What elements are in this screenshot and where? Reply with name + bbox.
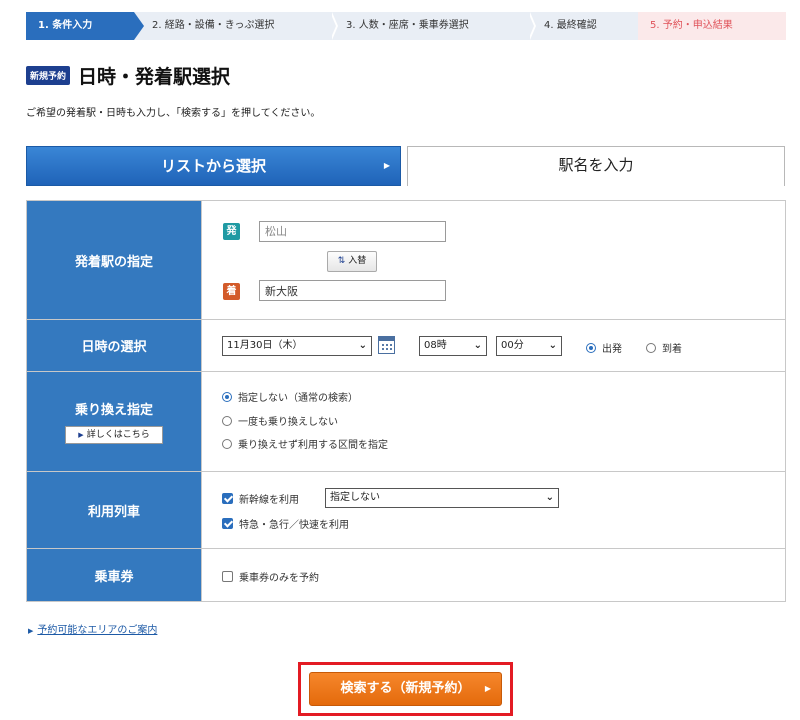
transfer-detail-button[interactable]: ▶ 詳しくはこちら — [65, 426, 163, 444]
radio-depart[interactable]: 出発 — [586, 340, 622, 355]
swap-button-label: 入替 — [348, 256, 367, 266]
checkbox-shinkansen-box — [222, 493, 233, 504]
step-final-confirm: 4. 最終確認 — [530, 12, 638, 40]
stations-row: 発着駅の指定 発 ⇅ 入替 着 — [27, 201, 785, 320]
radio-transfer-section[interactable]: 乗り換えせず利用する区間を指定 — [222, 436, 388, 451]
minute-select-value: 00分 — [501, 340, 524, 351]
new-reservation-badge: 新規予約 — [26, 66, 71, 85]
ticket-label-text: 乗車券 — [94, 569, 134, 585]
step-seat-selection: 3. 人数・座席・乗車券選択 — [332, 12, 536, 40]
checkbox-shinkansen[interactable]: 新幹線を利用 — [222, 491, 299, 506]
arrival-station-input[interactable] — [259, 280, 446, 301]
hour-select-value: 08時 — [424, 340, 447, 351]
datetime-value: 11月30日（木） ⌄ 08時 ⌄ 00分 ⌄ 出発 到着 — [202, 320, 785, 371]
datetime-row: 日時の選択 11月30日（木） ⌄ 08時 ⌄ 00分 ⌄ 出発 到着 — [27, 320, 785, 372]
calendar-icon[interactable] — [378, 336, 395, 354]
arrow-right-icon: ▶ — [383, 161, 390, 170]
instruction-text: ご希望の発着駅・日時も入力し、「検索する」を押してください。 — [26, 108, 321, 119]
transfer-value: 指定しない（通常の検索） 一度も乗り換えしない 乗り換えせず利用する区間を指定 — [202, 372, 785, 471]
radio-transfer-section-dot — [222, 438, 232, 449]
ticket-row: 乗車券 乗車券のみを予約 — [27, 549, 785, 601]
chevron-down-icon: ⌄ — [358, 340, 367, 351]
stations-label-text: 発着駅の指定 — [74, 254, 153, 270]
radio-transfer-none[interactable]: 一度も乗り換えしない — [222, 413, 338, 428]
date-select-value: 11月30日（木） — [227, 340, 303, 351]
shinkansen-select[interactable]: 指定しない ⌄ — [325, 488, 559, 508]
area-guide-link[interactable]: ▶ 予約可能なエリアのご案内 — [28, 621, 157, 636]
step-result: 5. 予約・申込結果 — [638, 12, 786, 40]
datetime-label: 日時の選択 — [27, 320, 202, 371]
stations-value: 発 ⇅ 入替 着 — [202, 201, 785, 319]
swap-arrows-icon: ⇅ — [337, 256, 346, 266]
radio-transfer-section-label: 乗り換えせず利用する区間を指定 — [238, 440, 388, 451]
page-title: 日時・発着駅選択 — [78, 66, 231, 88]
trains-value: 新幹線を利用 指定しない ⌄ 特急・急行／快速を利用 — [202, 472, 785, 548]
radio-arrive-label: 到着 — [662, 344, 682, 355]
checkbox-ticket-only-label: 乗車券のみを予約 — [239, 573, 319, 584]
checkbox-ticket-only[interactable]: 乗車券のみを予約 — [222, 569, 319, 584]
radio-arrive-dot — [646, 342, 656, 353]
departure-station-input[interactable] — [259, 221, 446, 242]
arrow-right-icon: ▶ — [78, 431, 84, 439]
radio-transfer-unspecified[interactable]: 指定しない（通常の検索） — [222, 389, 358, 404]
stations-label: 発着駅の指定 — [27, 201, 202, 319]
radio-arrive[interactable]: 到着 — [646, 340, 682, 355]
tab-enter-station-name[interactable]: 駅名を入力 — [407, 146, 785, 186]
progress-steps: 1. 条件入力 2. 経路・設備・きっぷ選択 3. 人数・座席・乗車券選択 4.… — [26, 12, 786, 40]
trains-label-text: 利用列車 — [87, 504, 140, 520]
radio-transfer-none-dot — [222, 415, 232, 426]
arrow-right-icon: ▶ — [28, 627, 34, 635]
trains-row: 利用列車 新幹線を利用 指定しない ⌄ 特急・急行／快速を利用 — [27, 472, 785, 549]
radio-transfer-unspecified-dot — [222, 391, 232, 402]
chevron-down-icon: ⌄ — [473, 340, 482, 351]
datetime-label-text: 日時の選択 — [81, 340, 147, 355]
trains-label: 利用列車 — [27, 472, 202, 548]
search-button-label: 検索する（新規予約） — [340, 681, 471, 696]
chevron-down-icon: ⌄ — [545, 492, 554, 503]
shinkansen-select-value: 指定しない — [330, 492, 380, 503]
tab-select-from-list[interactable]: リストから選択 ▶ — [26, 146, 401, 186]
transfer-detail-label: 詳しくはこちら — [86, 430, 150, 440]
arrival-tag: 着 — [223, 283, 240, 300]
transfer-row: 乗り換え指定 ▶ 詳しくはこちら 指定しない（通常の検索） 一度も乗り換えしない … — [27, 372, 785, 472]
chevron-down-icon: ⌄ — [548, 340, 557, 351]
departure-tag: 発 — [223, 223, 240, 240]
arrow-right-icon: ▶ — [484, 684, 491, 693]
search-button-highlight: 検索する（新規予約） ▶ — [298, 662, 513, 716]
checkbox-express-box — [222, 518, 233, 529]
minute-select[interactable]: 00分 ⌄ — [496, 336, 562, 356]
transfer-label-text: 乗り換え指定 — [74, 403, 153, 418]
tab-select-from-list-label: リストから選択 — [160, 157, 266, 175]
step-condition-input: 1. 条件入力 — [26, 12, 144, 40]
radio-depart-label: 出発 — [602, 344, 622, 355]
checkbox-shinkansen-label: 新幹線を利用 — [239, 495, 299, 506]
ticket-value: 乗車券のみを予約 — [202, 549, 785, 601]
ticket-label: 乗車券 — [27, 549, 202, 601]
search-form: 発着駅の指定 発 ⇅ 入替 着 日時の選択 11月30日（木） ⌄ 08時 ⌄ — [26, 200, 786, 602]
title-row: 新規予約 日時・発着駅選択 — [26, 62, 230, 89]
hour-select[interactable]: 08時 ⌄ — [419, 336, 487, 356]
radio-transfer-unspecified-label: 指定しない（通常の検索） — [238, 393, 358, 404]
radio-depart-dot — [586, 342, 596, 353]
date-select[interactable]: 11月30日（木） ⌄ — [222, 336, 372, 356]
search-button[interactable]: 検索する（新規予約） ▶ — [309, 672, 502, 706]
radio-transfer-none-label: 一度も乗り換えしない — [238, 417, 338, 428]
transfer-label: 乗り換え指定 ▶ 詳しくはこちら — [27, 372, 202, 471]
checkbox-express[interactable]: 特急・急行／快速を利用 — [222, 516, 349, 531]
checkbox-express-label: 特急・急行／快速を利用 — [239, 520, 349, 531]
checkbox-ticket-only-box — [222, 571, 233, 582]
swap-stations-button[interactable]: ⇅ 入替 — [327, 251, 377, 272]
step-route-selection: 2. 経路・設備・きっぷ選択 — [134, 12, 338, 40]
area-guide-link-label: 予約可能なエリアのご案内 — [37, 625, 158, 636]
